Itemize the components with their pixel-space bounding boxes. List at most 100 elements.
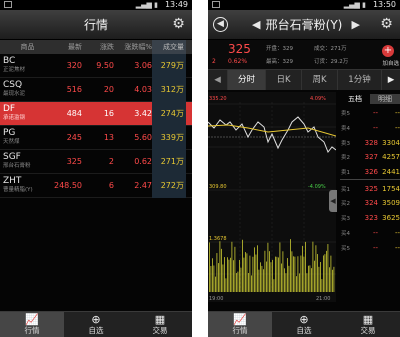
add-watch-label[interactable]: 加自选 <box>382 59 399 67</box>
table-row[interactable]: BC 正泥焦材 320 9.50 3.06 279万 <box>0 53 192 78</box>
tab-watchlist[interactable]: ⊕ 自选 <box>272 312 336 337</box>
chevron-expand-icon[interactable]: ◀ <box>329 190 337 212</box>
chart-bottom-left: 309.80 <box>209 184 227 190</box>
table-row[interactable]: DF 承诺滥钢 484 16 3.42 274万 <box>0 101 192 126</box>
x-end-label: 21:00 <box>316 296 330 302</box>
high-value: 最高：329 <box>266 59 293 65</box>
level-volume: -- <box>394 243 400 252</box>
chart-bottom-right: -4.09% <box>308 184 326 190</box>
tab-five-levels[interactable]: 五档 <box>340 94 370 104</box>
volume-bar <box>254 247 255 292</box>
volume-bar <box>237 271 239 292</box>
tab-label: 自选 <box>296 326 312 335</box>
volume-bar <box>266 261 267 292</box>
tab-trade[interactable]: ▦ 交易 <box>336 312 400 337</box>
quote-summary: 325 2 0.62% 开盘：329 最高：329 成交：271万 订货：29.… <box>208 40 400 70</box>
chevron-left-icon[interactable]: ◀ <box>208 70 228 90</box>
level-volume: -- <box>394 124 400 133</box>
volume-bar <box>231 241 233 292</box>
table-row[interactable]: ZHT 曹量精脂(Y) 248.50 6 2.47 272万 <box>0 173 192 198</box>
tab-label: 交易 <box>152 326 168 335</box>
volume-bar <box>224 257 225 292</box>
price-cell: 245 <box>66 133 82 142</box>
signal-icon: ▂▄▆ ▮ <box>135 1 158 9</box>
volume-bar <box>296 276 297 292</box>
back-icon[interactable]: ◀ <box>213 17 228 32</box>
tab-intraday[interactable]: 分时 <box>228 70 266 90</box>
commodity-code: ZHT <box>3 175 22 186</box>
volume-bar <box>222 264 224 292</box>
volume-bar <box>225 278 227 292</box>
volume-bar <box>297 256 299 292</box>
tab-trade[interactable]: ▦ 交易 <box>128 312 192 337</box>
col-price[interactable]: 最新 <box>52 42 82 52</box>
volume-bar <box>321 279 323 292</box>
chart-top-left: 335.20 <box>209 96 227 102</box>
volume-bar <box>270 262 272 292</box>
pct-cell: 3.42 <box>134 109 152 118</box>
volume-bar <box>279 242 281 292</box>
change-cell: 13 <box>103 133 114 142</box>
pct-cell: 3.06 <box>134 61 152 70</box>
title-bar: 行情 ⚙ <box>0 10 192 40</box>
volume-cell: 279万 <box>152 53 186 78</box>
ask-list: 卖5 -- -- 卖4 -- -- 卖3 328 3304 卖2 327 4257 卖1 326 2441 <box>340 106 400 179</box>
volume-bar <box>218 263 219 292</box>
status-time: 13:50 <box>372 0 396 9</box>
volume-bar <box>284 268 285 292</box>
commodity-code: BC <box>3 55 16 66</box>
commodity-label: 天然煤 <box>3 138 20 145</box>
volume-bar <box>209 242 210 292</box>
level-label: 买4 <box>341 230 350 237</box>
table-row[interactable]: SGF 邢台石膏粉 325 2 0.62 271万 <box>0 149 192 174</box>
add-watch-icon[interactable]: + <box>382 45 394 57</box>
next-arrow-icon[interactable]: ▶ <box>352 18 360 31</box>
volume-bar <box>300 255 302 292</box>
gear-icon[interactable]: ⚙ <box>379 17 394 32</box>
intraday-chart[interactable]: 335.20 4.09% 309.80 -4.09% 1.3678 19:00 … <box>208 92 337 302</box>
tab-daily-k[interactable]: 日K <box>266 70 302 90</box>
tab-details[interactable]: 明细 <box>370 94 400 104</box>
col-change[interactable]: 涨跌 <box>82 42 114 52</box>
pct-cell: 4.03 <box>134 85 152 94</box>
level-price: 325 <box>364 184 378 193</box>
status-bar: ▂▄▆ ▮ 13:50 <box>208 0 400 10</box>
level-label: 买3 <box>341 216 350 223</box>
volume-bar <box>276 256 278 292</box>
commodity-label: 最现水泥 <box>3 90 26 97</box>
table-row[interactable]: CSQ 最现水泥 516 20 4.03 312万 <box>0 77 192 102</box>
col-volume[interactable]: 成交量 <box>152 40 186 54</box>
col-name[interactable]: 商品 <box>0 43 52 52</box>
plus-icon: ⊕ <box>91 313 101 326</box>
volume-value: 成交：271万 <box>314 46 347 52</box>
gear-icon[interactable]: ⚙ <box>171 17 186 32</box>
volume-bar <box>243 257 245 292</box>
volume-bar <box>249 255 251 292</box>
table-row[interactable]: PG 天然煤 245 13 5.60 339万 <box>0 125 192 150</box>
level-price: 327 <box>364 153 378 162</box>
commodity-label: 承诺滥钢 <box>3 114 26 121</box>
level-label: 卖1 <box>341 170 350 177</box>
col-pct[interactable]: 涨跌幅% <box>114 42 152 52</box>
prev-arrow-icon[interactable]: ◀ <box>252 18 260 31</box>
calendar-icon: ▦ <box>362 313 374 326</box>
volume-bar <box>327 244 329 292</box>
volume-bar <box>263 269 264 292</box>
change-value: 2 <box>212 58 216 65</box>
volume-bar <box>330 255 332 292</box>
volume-bar <box>326 250 327 292</box>
tab-weekly-k[interactable]: 周K <box>302 70 338 90</box>
calendar-icon: ▦ <box>154 313 166 326</box>
tab-1min[interactable]: 1分钟 <box>338 70 382 90</box>
tab-watchlist[interactable]: ⊕ 自选 <box>64 312 128 337</box>
chevron-right-icon[interactable]: ▶ <box>382 70 400 90</box>
tab-market[interactable]: 📈 行情 <box>0 312 64 337</box>
volume-bar <box>302 245 303 292</box>
volume-bar <box>311 268 312 292</box>
volume-bar <box>315 245 317 292</box>
tab-market[interactable]: 📈 行情 <box>208 312 272 337</box>
change-cell: 9.50 <box>96 61 114 70</box>
volume-bar <box>291 251 293 292</box>
level-price: -- <box>372 124 378 133</box>
level-label: 买5 <box>341 245 350 252</box>
